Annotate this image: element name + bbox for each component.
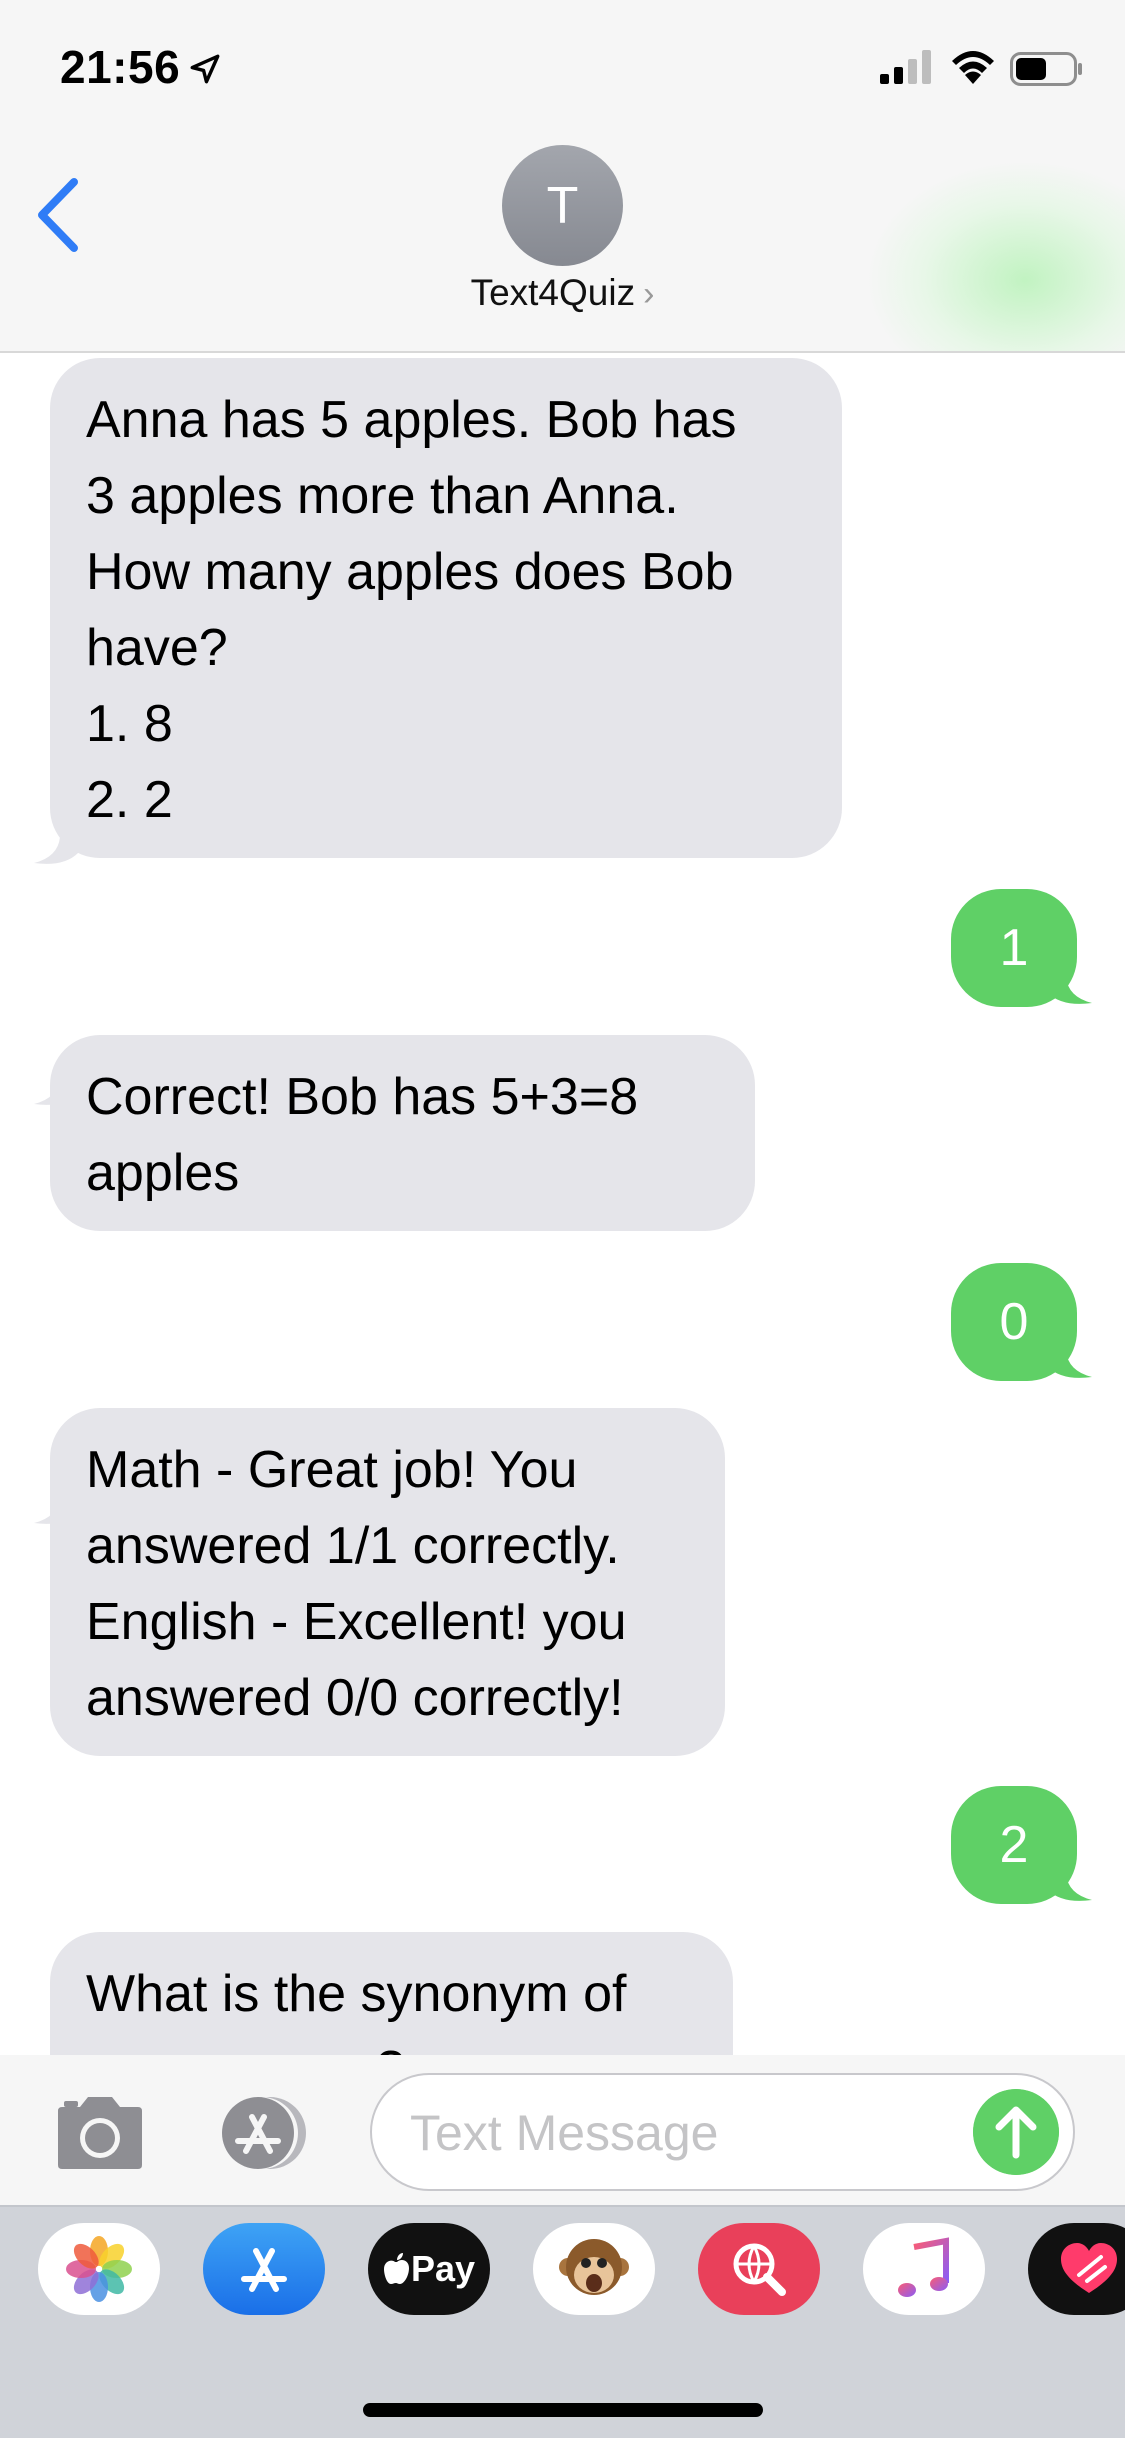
message-input[interactable] bbox=[408, 2099, 972, 2167]
message-line: answered 1/1 correctly. bbox=[86, 1517, 620, 1575]
photos-icon bbox=[66, 2236, 132, 2302]
message-field[interactable] bbox=[370, 2073, 1075, 2191]
digital-touch-icon bbox=[1061, 2243, 1117, 2293]
location-arrow-icon bbox=[190, 54, 220, 84]
message-line: 3 apples more than Anna. bbox=[86, 467, 679, 525]
battery-icon bbox=[1010, 52, 1082, 86]
home-indicator[interactable] bbox=[363, 2403, 763, 2417]
message-line: 1. 8 bbox=[86, 695, 173, 753]
message-line: 1 bbox=[999, 919, 1029, 977]
message-line: Math - Great job! You bbox=[86, 1441, 578, 1499]
send-button[interactable] bbox=[973, 2089, 1059, 2175]
music-app-button[interactable] bbox=[863, 2223, 985, 2315]
music-icon bbox=[898, 2237, 949, 2297]
apple-logo-icon bbox=[383, 2253, 409, 2284]
message-line: How many apples does Bob bbox=[86, 543, 734, 601]
message-line: Correct! Bob has 5+3=8 bbox=[86, 1068, 639, 1126]
cellular-signal-icon bbox=[880, 50, 931, 84]
chevron-right-icon: › bbox=[643, 275, 655, 313]
wifi-icon bbox=[952, 51, 994, 84]
digital-touch-app-button[interactable] bbox=[1028, 2223, 1125, 2315]
message-line: Anna has 5 apples. Bob has bbox=[86, 391, 737, 449]
app-store-app-button[interactable] bbox=[203, 2223, 325, 2315]
contact-name: Text4Quiz bbox=[470, 272, 636, 313]
contact-avatar[interactable]: T bbox=[502, 145, 623, 266]
back-button[interactable] bbox=[28, 160, 98, 270]
incoming-message[interactable]: Anna has 5 apples. Bob has 3 apples more… bbox=[50, 358, 842, 858]
web-search-app-button[interactable] bbox=[698, 2223, 820, 2315]
photos-app-button[interactable] bbox=[38, 2223, 160, 2315]
message-line: English - Excellent! you bbox=[86, 1593, 627, 1651]
conversation-header: T Text4Quiz › bbox=[0, 140, 1125, 353]
incoming-message[interactable]: What is the synonym of ? bbox=[50, 1932, 733, 2055]
incoming-message[interactable]: Math - Great job! You answered 1/1 corre… bbox=[50, 1408, 725, 1756]
message-line: answered 0/0 correctly! bbox=[86, 1669, 624, 1727]
animoji-app-button[interactable] bbox=[533, 2223, 655, 2315]
status-time: 21:56 bbox=[60, 41, 181, 93]
message-line: 0 bbox=[999, 1293, 1029, 1351]
web-search-icon bbox=[733, 2243, 786, 2296]
app-store-drawer-button[interactable] bbox=[208, 2093, 318, 2173]
outgoing-message[interactable]: 2 bbox=[951, 1786, 1077, 1904]
animoji-icon bbox=[559, 2239, 629, 2295]
message-line: What is the synonym of bbox=[86, 1965, 627, 2023]
message-list[interactable]: Anna has 5 apples. Bob has 3 apples more… bbox=[0, 353, 1125, 2055]
imessage-app-drawer: Pay bbox=[0, 2205, 1125, 2438]
apple-pay-label: Pay bbox=[410, 2248, 476, 2289]
message-line: ? bbox=[86, 2032, 697, 2055]
message-line: apples bbox=[86, 1144, 240, 1202]
compose-bar bbox=[0, 2055, 1125, 2205]
header-glow bbox=[865, 160, 1125, 351]
contact-name-button[interactable]: Text4Quiz › bbox=[0, 272, 1125, 314]
message-line: 2 bbox=[999, 1816, 1029, 1874]
outgoing-message[interactable]: 1 bbox=[951, 889, 1077, 1007]
outgoing-message[interactable]: 0 bbox=[951, 1263, 1077, 1381]
message-line: have? bbox=[86, 619, 228, 677]
status-bar: 21:56 bbox=[0, 0, 1125, 140]
app-store-icon bbox=[241, 2248, 287, 2292]
apple-pay-app-button[interactable]: Pay bbox=[368, 2223, 490, 2315]
camera-button[interactable] bbox=[50, 2093, 150, 2173]
message-line: 2. 2 bbox=[86, 771, 173, 829]
incoming-message[interactable]: Correct! Bob has 5+3=8 apples bbox=[50, 1035, 755, 1231]
